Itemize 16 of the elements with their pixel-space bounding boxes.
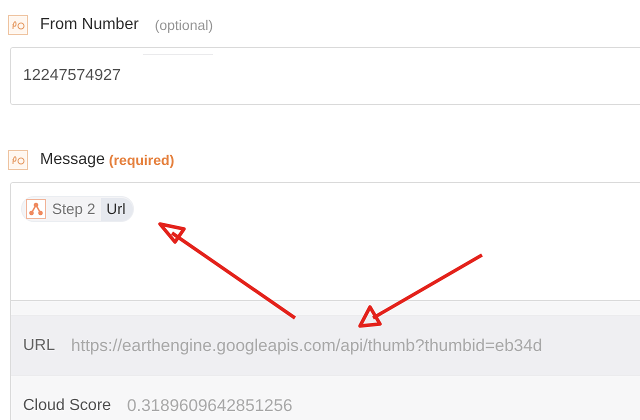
number-field[interactable]: 12247574927 [10, 47, 640, 105]
option-label: URL [23, 336, 56, 354]
option-value: 0.3189609642851256 [127, 396, 292, 416]
dropdown-option[interactable]: URL https://earthengine.googleapis.com/api/thumb?thumbid=eb34d [11, 316, 640, 376]
field-note: (required) [108, 152, 174, 168]
formula-icon [8, 15, 28, 35]
app-icon [26, 199, 46, 219]
option-label: Cloud Score [23, 396, 112, 414]
option-value: https://earthengine.googleapis.com/api/thumb?thumbid=eb34d [71, 336, 542, 356]
dropdown-option[interactable]: Cloud Score 0.3189609642851256 [11, 376, 640, 420]
step-token[interactable]: Step 2 Url [21, 196, 134, 222]
field-label: Message [40, 151, 105, 169]
formula-icon [8, 150, 28, 170]
token-field: Url [101, 198, 133, 220]
field-label: From Number [40, 16, 139, 34]
step-label: Step 2 [52, 200, 96, 218]
